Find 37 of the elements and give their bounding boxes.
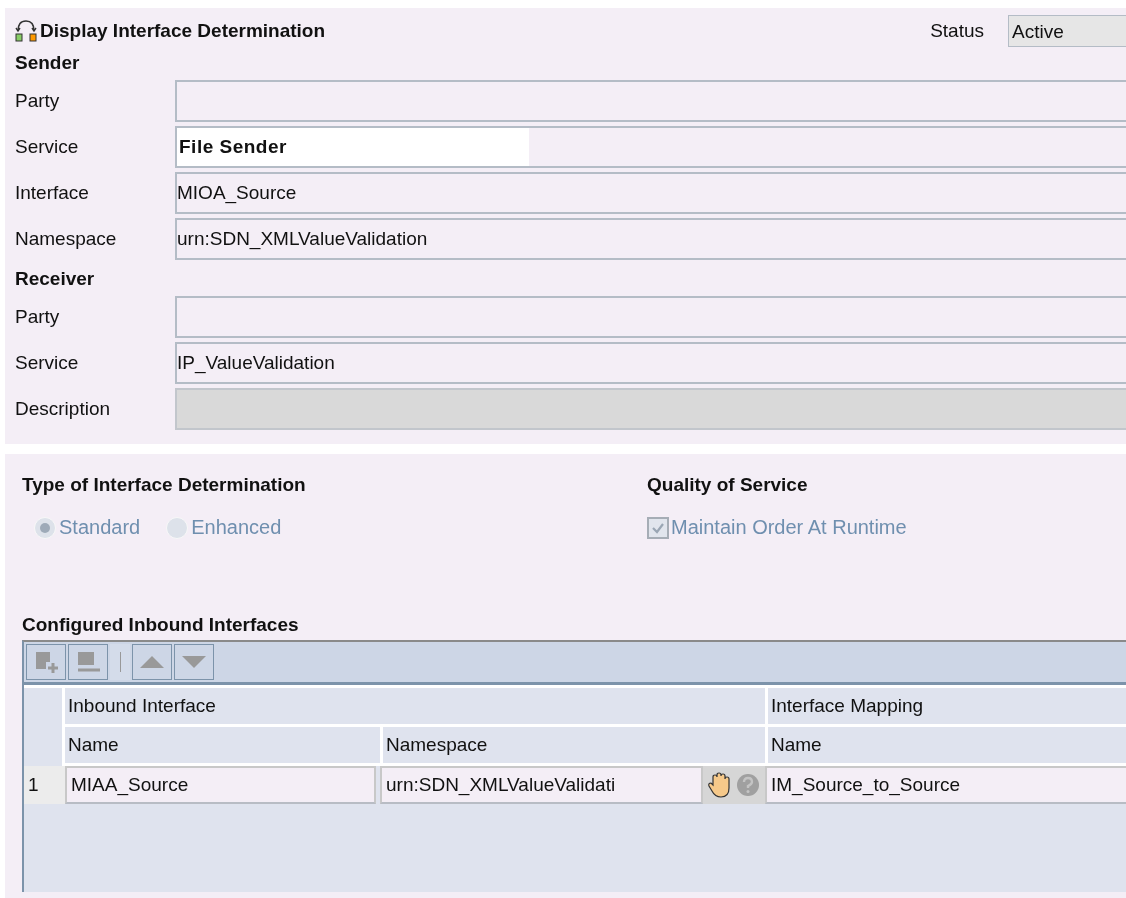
section-title: Type of Interface Determination bbox=[22, 474, 307, 496]
section-title: Quality of Service bbox=[647, 474, 809, 496]
field-label: Description bbox=[15, 398, 112, 420]
page-title: Display Interface Determination bbox=[40, 20, 326, 42]
remove-row-icon bbox=[75, 649, 101, 675]
field-label: Interface bbox=[15, 182, 90, 204]
add-row-icon bbox=[33, 649, 59, 675]
input-field[interactable]: urn:SDN_XMLValueValidation bbox=[175, 218, 1126, 260]
field-label: Namespace bbox=[15, 228, 118, 250]
column-header: Namespace bbox=[380, 727, 765, 766]
table-cell[interactable]: MIAA_Source bbox=[65, 766, 376, 804]
status-label: Status bbox=[930, 20, 984, 42]
column-header: Name bbox=[765, 727, 1126, 766]
section-title: Receiver bbox=[15, 267, 96, 291]
row-number: 1 bbox=[24, 766, 65, 804]
input-field[interactable] bbox=[175, 80, 1126, 122]
table-cell[interactable]: IM_Source_to_Source bbox=[765, 766, 1126, 804]
table-cell[interactable]: urn:SDN_XMLValueValidati bbox=[380, 766, 703, 804]
add-row-button[interactable] bbox=[26, 644, 66, 680]
field-label: Party bbox=[15, 90, 61, 112]
input-field[interactable]: File Sender bbox=[175, 126, 1126, 168]
section-title: Sender bbox=[15, 51, 81, 75]
input-field[interactable]: MIOA_Source bbox=[175, 172, 1126, 214]
field-label: Service bbox=[15, 352, 80, 374]
move-down-button[interactable] bbox=[174, 644, 214, 680]
interface-determination-icon bbox=[15, 19, 37, 43]
column-group-header: Interface Mapping bbox=[765, 685, 1126, 727]
field-label: Party bbox=[15, 306, 61, 328]
remove-row-button[interactable] bbox=[68, 644, 108, 680]
input-field[interactable] bbox=[175, 296, 1126, 338]
input-field[interactable]: IP_ValueValidation bbox=[175, 342, 1126, 384]
field-label: Service bbox=[15, 136, 80, 158]
status-field: Active bbox=[1008, 15, 1126, 47]
table-title: Configured Inbound Interfaces bbox=[22, 614, 300, 636]
column-group-header: Inbound Interface bbox=[65, 685, 765, 727]
hand-icon[interactable] bbox=[707, 771, 733, 799]
move-up-button[interactable] bbox=[132, 644, 172, 680]
